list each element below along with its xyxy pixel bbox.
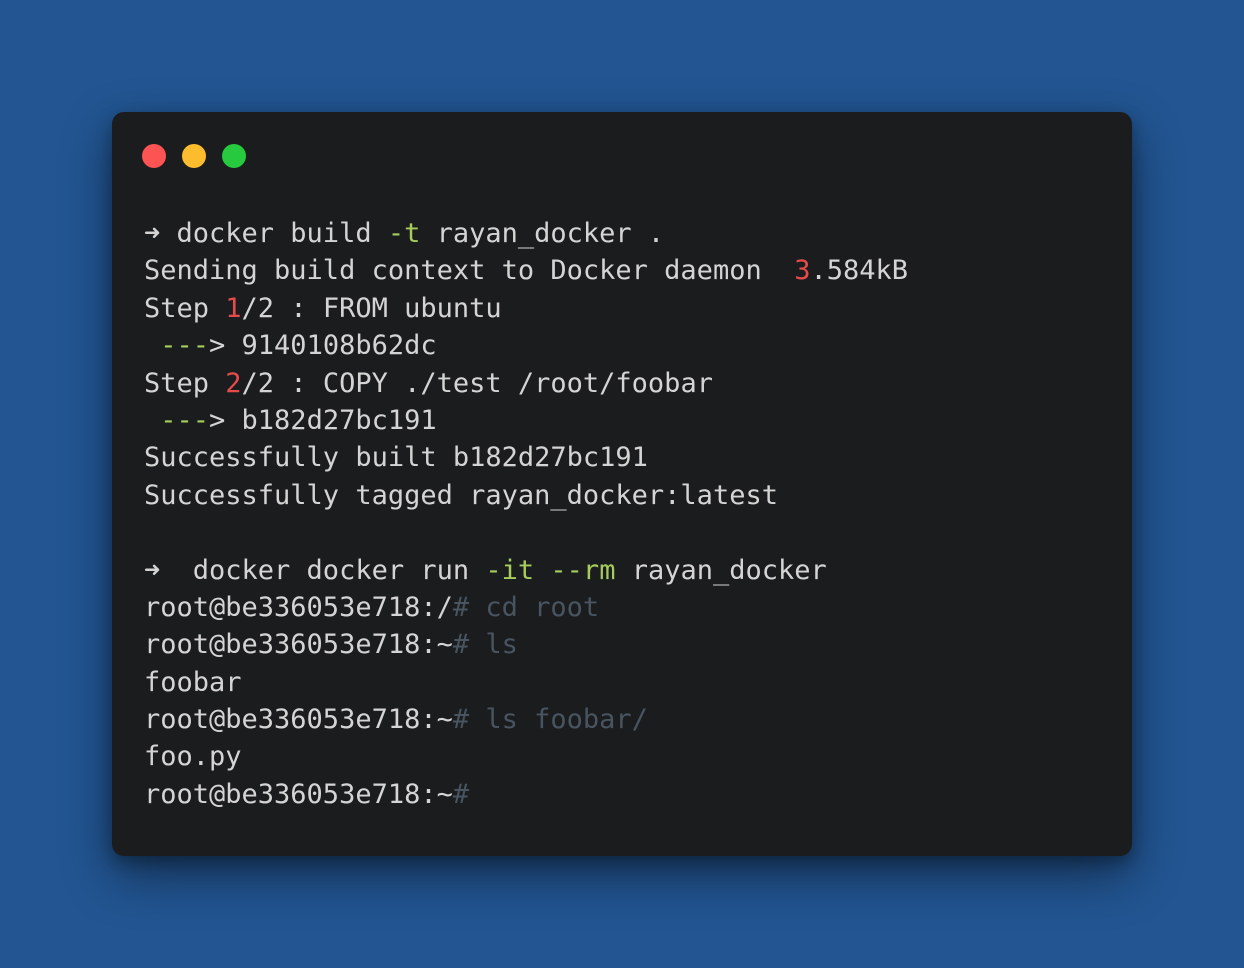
terminal-line: ---> 9140108b62dc <box>144 327 1104 364</box>
terminal-text: > 9140108b62dc <box>209 330 437 362</box>
terminal-text: root@be336053e718:~ <box>144 629 453 661</box>
terminal-line: root@be336053e718:~# <box>144 776 1104 813</box>
terminal-text: Sending build context to Docker daemon <box>144 255 795 287</box>
terminal-text: rayan_docker <box>615 554 827 586</box>
terminal-text: root@be336053e718:~ <box>144 778 453 810</box>
window-controls <box>142 144 246 168</box>
terminal-text: -it <box>485 554 535 586</box>
terminal-text: /2 : FROM ubuntu <box>241 292 502 324</box>
terminal-text: rayan_docker . <box>420 218 665 249</box>
terminal-text: Successfully tagged rayan_docker:latest <box>144 479 778 511</box>
terminal-text: 2 <box>225 367 242 399</box>
terminal-text: ➜ docker build <box>144 218 388 249</box>
terminal-line: ➜ docker docker run -it --rm rayan_docke… <box>144 552 1104 589</box>
terminal-line: ➜ docker build -t rayan_docker . <box>144 215 1104 252</box>
terminal-text: Step <box>144 292 226 324</box>
terminal-text: # cd root <box>452 591 600 623</box>
close-button[interactable] <box>142 144 166 168</box>
terminal-window: ➜ docker build -t rayan_docker . Sending … <box>112 112 1132 856</box>
minimize-button[interactable] <box>182 144 206 168</box>
terminal-line: Successfully built b182d27bc191 <box>144 439 1104 476</box>
terminal-line: Successfully tagged rayan_docker:latest <box>144 477 1104 514</box>
terminal-text: # ls <box>452 629 518 661</box>
terminal-text: ➜ docker docker run <box>144 554 486 586</box>
terminal-text: Successfully built b182d27bc191 <box>144 442 648 474</box>
terminal-text: root@be336053e718:/ <box>144 591 453 623</box>
terminal-text: > b182d27bc191 <box>209 404 437 436</box>
terminal-line: Step 1/2 : FROM ubuntu <box>144 290 1104 327</box>
terminal-text: .584kB <box>810 255 909 287</box>
terminal-text: 3 <box>794 255 811 287</box>
terminal-text: /2 : COPY ./test /root/foobar <box>241 367 713 399</box>
terminal-text: root@be336053e718:~ <box>144 704 453 736</box>
terminal-text: --- <box>144 404 210 436</box>
terminal-line: root@be336053e718:~# ls foobar/ <box>144 701 1104 738</box>
terminal-text: foobar <box>144 666 242 698</box>
terminal-text: --rm <box>550 554 616 586</box>
terminal-text: --- <box>144 330 210 362</box>
terminal-text: foo.py <box>144 741 242 773</box>
terminal-line: ---> b182d27bc191 <box>144 402 1104 439</box>
terminal-line: root@be336053e718:~# ls <box>144 626 1104 663</box>
terminal-line: Sending build context to Docker daemon 3… <box>144 252 1104 289</box>
maximize-button[interactable] <box>222 144 246 168</box>
terminal-text: # <box>452 778 470 810</box>
terminal-output[interactable]: ➜ docker build -t rayan_docker . Sending … <box>144 215 1104 813</box>
terminal-line: root@be336053e718:/# cd root <box>144 589 1104 626</box>
terminal-text: Step <box>144 367 226 399</box>
terminal-text: 1 <box>225 292 242 324</box>
terminal-text: -t <box>387 218 421 249</box>
terminal-line: Step 2/2 : COPY ./test /root/foobar <box>144 365 1104 402</box>
terminal-line: foobar <box>144 664 1104 701</box>
terminal-text: # ls foobar/ <box>452 704 648 736</box>
terminal-line: foo.py <box>144 738 1104 775</box>
